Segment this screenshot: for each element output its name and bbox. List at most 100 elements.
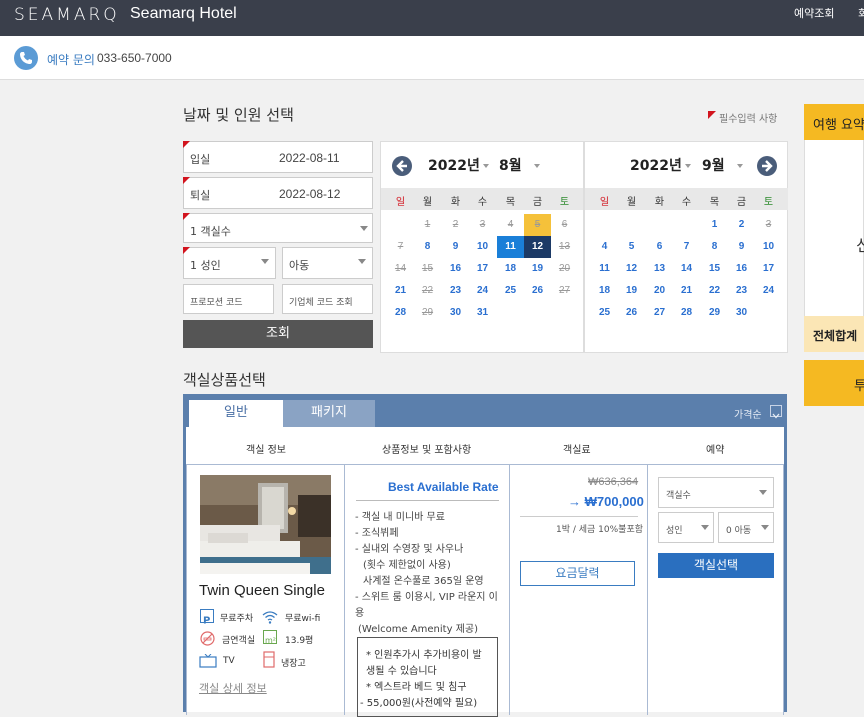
booking-rooms-select[interactable]: 객실수 (658, 477, 774, 508)
calendar-day[interactable]: 11 (591, 258, 618, 280)
room-photo[interactable] (200, 475, 331, 574)
calendar-day[interactable]: 26 (524, 280, 551, 302)
calendar-day: 3 (765, 219, 772, 230)
rooms-select[interactable]: 1 객실수 (183, 213, 373, 243)
promo-code-input[interactable]: 프로모션 코드 (183, 284, 274, 314)
calendar-day[interactable]: 21 (387, 280, 414, 302)
calendar-day[interactable]: 28 (673, 302, 700, 324)
chevron-down-icon (482, 164, 489, 168)
chevron-down-icon (736, 164, 743, 168)
sort-label[interactable]: 가격순 (734, 406, 762, 421)
calendar-day[interactable]: 12 (524, 236, 551, 258)
corp-code-input[interactable]: 기업체 코드 조회 (282, 284, 373, 314)
calendar-day[interactable]: 10 (755, 236, 782, 258)
room-detail-link[interactable]: 객실 상세 정보 (199, 680, 267, 696)
calendar-day[interactable]: 26 (618, 302, 645, 324)
calendar-day[interactable]: 5 (618, 236, 645, 258)
calendar-day[interactable]: 19 (618, 280, 645, 302)
calendar-day[interactable]: 18 (497, 258, 524, 280)
calendar-day[interactable]: 24 (469, 280, 496, 302)
weekday-label: 금 (532, 197, 543, 208)
calendar-day[interactable]: 14 (673, 258, 700, 280)
inclusion-item: - 실내외 수영장 및 사우나 (355, 544, 464, 555)
price-divider (520, 516, 638, 517)
required-flag-icon (183, 247, 190, 254)
brand-logo[interactable]: SEAMARQ (14, 5, 120, 25)
summary-action-button[interactable]: 투 (804, 360, 864, 406)
calendar-day[interactable]: 7 (673, 236, 700, 258)
next-month-icon[interactable] (757, 156, 777, 176)
calendar-day[interactable]: 1 (701, 214, 728, 236)
tab-package[interactable]: 패키지 (283, 400, 375, 427)
calendar-day[interactable]: 22 (701, 280, 728, 302)
month-select[interactable]: 9월 (702, 155, 743, 175)
calendar-day[interactable]: 25 (591, 302, 618, 324)
calendar-day[interactable]: 12 (618, 258, 645, 280)
booking-children-select[interactable]: 0 아동 (718, 512, 774, 543)
calendar-day[interactable]: 25 (497, 280, 524, 302)
calendar-day[interactable]: 23 (728, 280, 755, 302)
contact-phone[interactable]: 033-650-7000 (97, 51, 172, 65)
inclusion-item: - 객실 내 미니바 무료 (355, 512, 445, 523)
select-room-button[interactable]: 객실선택 (658, 553, 774, 578)
weekday-label: 수 (681, 197, 692, 208)
calendar-header: 2022년 9월 (585, 142, 788, 188)
rate-calendar-button[interactable]: 요금달력 (520, 561, 635, 586)
calendar-day[interactable]: 13 (646, 258, 673, 280)
calendar-day[interactable]: 17 (469, 258, 496, 280)
nav-reservation-lookup[interactable]: 예약조회 (794, 5, 834, 21)
weekday-header: 일월화수목금토 (585, 188, 788, 210)
chevron-down-icon (533, 164, 540, 168)
year-select[interactable]: 2022년 (630, 155, 691, 175)
calendar-day[interactable]: 28 (387, 302, 414, 324)
calendar-day[interactable]: 16 (442, 258, 469, 280)
calendar-day[interactable]: 23 (442, 280, 469, 302)
calendar-day[interactable]: 2 (728, 214, 755, 236)
prev-month-icon[interactable] (392, 156, 412, 176)
inclusion-item: 사계절 온수풀로 365일 운영 (363, 576, 484, 587)
column-divider (647, 465, 648, 715)
calendar-day: 7 (397, 241, 404, 252)
calendar-day[interactable]: 4 (591, 236, 618, 258)
calendar-day[interactable]: 16 (728, 258, 755, 280)
adults-select[interactable]: 1 성인 (183, 247, 276, 279)
checkout-field[interactable]: 퇴실 2022-08-12 (183, 177, 373, 209)
checkin-field[interactable]: 입실 2022-08-11 (183, 141, 373, 173)
search-button[interactable]: 조회 (183, 320, 373, 348)
calendar-day[interactable]: 21 (673, 280, 700, 302)
year-label: 2022년 (428, 158, 480, 174)
calendar-day[interactable]: 30 (728, 302, 755, 324)
year-select[interactable]: 2022년 (428, 155, 489, 175)
calendar-day[interactable]: 17 (755, 258, 782, 280)
calendar-day[interactable]: 18 (591, 280, 618, 302)
booking-adults-select[interactable]: 성인 (658, 512, 714, 543)
children-select[interactable]: 아동 (282, 247, 373, 279)
calendar-day[interactable]: 31 (469, 302, 496, 324)
children-select-value: 아동 (289, 259, 310, 272)
hotel-name[interactable]: Seamarq Hotel (130, 5, 237, 23)
month-select[interactable]: 8월 (499, 155, 540, 175)
calendar-day[interactable]: 24 (755, 280, 782, 302)
tab-general[interactable]: 일반 (189, 400, 283, 427)
calendar-day[interactable]: 11 (497, 236, 524, 258)
calendar-day: 22 (421, 285, 434, 296)
calendar-day[interactable]: 8 (414, 236, 441, 258)
sort-dropdown-icon[interactable] (770, 405, 782, 419)
nav-item-partial[interactable]: 회 (858, 5, 864, 21)
calendar-day[interactable]: 27 (646, 302, 673, 324)
calendar-day[interactable]: 6 (646, 236, 673, 258)
calendar-day[interactable]: 9 (728, 236, 755, 258)
calendar-day[interactable]: 29 (701, 302, 728, 324)
calendar-day[interactable]: 9 (442, 236, 469, 258)
calendar-day[interactable]: 8 (701, 236, 728, 258)
calendar-day: 27 (558, 285, 571, 296)
calendar-day[interactable]: 15 (701, 258, 728, 280)
rate-plan-name[interactable]: Best Available Rate (388, 480, 499, 494)
calendar-day[interactable]: 20 (646, 280, 673, 302)
calendar-day[interactable]: 10 (469, 236, 496, 258)
calendar-day[interactable]: 30 (442, 302, 469, 324)
calendar-day[interactable]: 19 (524, 258, 551, 280)
rate-note: * 엑스트라 베드 및 침구 (366, 682, 467, 693)
promo-code-placeholder: 프로모션 코드 (190, 298, 243, 308)
checkout-value: 2022-08-12 (279, 187, 341, 201)
